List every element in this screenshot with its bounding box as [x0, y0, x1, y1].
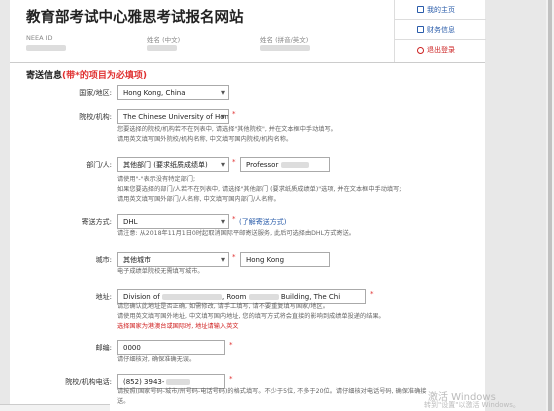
header-divider [10, 62, 485, 63]
address-hint-2: 请使用英文填写国外地址, 中文填写国内地址, 您的填写方式将会直接的影响到成绩单… [117, 313, 385, 320]
school-label: 院校/机构: [79, 113, 112, 121]
delivery-select[interactable]: DHL [117, 214, 229, 229]
department-input[interactable]: Professor [240, 157, 330, 172]
city-input[interactable]: Hong Kong [240, 252, 330, 267]
city-select[interactable]: 其他城市 [117, 252, 229, 267]
address-redacted-1 [161, 293, 222, 300]
department-select[interactable]: 其他部门 (要求纸质成绩单) [117, 157, 229, 172]
department-hint-2: 如果您要选择的部门/人若不在列表中, 请选择"其他部门 (要求纸质成绩单)"选项… [117, 186, 402, 193]
region-select-value: Hong Kong, China [123, 88, 186, 97]
postcode-label: 邮编: [95, 344, 112, 352]
school-required-star: * [232, 110, 236, 118]
menu-finance-label: 财务信息 [427, 25, 455, 34]
cn-name-label: 姓名 (中文) [147, 36, 181, 44]
required-note: (带*的项目为必填项) [62, 71, 147, 81]
menu-logout[interactable]: 退出登录 [395, 40, 486, 60]
site-title: 教育部考试中心雅思考试报名网站 [26, 10, 244, 26]
home-icon [417, 6, 424, 13]
address-part-2: , Room [221, 292, 247, 301]
address-redacted-2 [248, 293, 279, 300]
postcode-hint-1: 请仔细核对, 确保准确无误。 [117, 356, 196, 363]
school-select-value: The Chinese University of Hon [123, 112, 229, 121]
delivery-select-value: DHL [123, 217, 138, 226]
address-hint-3: 选择国家为港澳台或国际时, 地址请输入英文 [117, 323, 239, 330]
activate-windows-hint: 转到"设置"以激活 Windows。 [424, 401, 520, 409]
py-name-label: 姓名 (拼音/英文) [260, 36, 309, 44]
phone-required-star: * [229, 375, 233, 383]
delivery-hint-1: 请注意: 从2018年11月1日0时起取消国际平邮寄送服务, 此后可选择由DHL… [117, 230, 355, 237]
py-name-value [260, 45, 310, 51]
city-label: 城市: [95, 256, 112, 264]
school-select[interactable]: The Chinese University of Hon [117, 109, 229, 124]
section-title: 寄送信息(带*的项目为必填项) [26, 68, 147, 81]
department-hint-1: 请使用"-"表示没有特定部门; [117, 176, 196, 183]
city-required-star: * [232, 253, 236, 261]
department-hint-3: 请用英文填写国外部门/人名称, 中文填写国内部门/人名称。 [117, 196, 280, 203]
address-part-1: Division of [123, 292, 160, 301]
logout-icon [417, 46, 424, 54]
region-label: 国家/地区: [79, 89, 112, 97]
city-input-value: Hong Kong [246, 255, 285, 264]
finance-icon [417, 26, 424, 33]
scrollbar-thumb[interactable] [548, 0, 552, 411]
postcode-input-value: 0000 [123, 343, 141, 352]
department-select-value: 其他部门 (要求纸质成绩单) [123, 160, 208, 169]
phone-hint-2: 送。 [117, 398, 130, 405]
postcode-required-star: * [229, 341, 233, 349]
address-hint-1: 请您确认此地址是否正确, 如需修改, 请手工填写, 请不要重复填写国家/地区。 [117, 303, 329, 310]
school-hint-1: 您要选择的院校/机构若不在列表中, 请选择"其他院校", 并在文本框中手动填写。 [117, 126, 337, 133]
browser-status-bar [0, 404, 110, 411]
page-content: 教育部考试中心雅思考试报名网站 NEEA ID 姓名 (中文) 姓名 (拼音/英… [10, 0, 486, 411]
postcode-input[interactable]: 0000 [117, 340, 225, 355]
city-select-value: 其他城市 [123, 255, 151, 264]
department-input-value: Professor [246, 160, 279, 169]
cn-name-value [147, 45, 177, 51]
header: 教育部考试中心雅思考试报名网站 NEEA ID 姓名 (中文) 姓名 (拼音/英… [10, 0, 394, 62]
neea-id-value [26, 45, 66, 51]
menu-logout-label: 退出登录 [427, 46, 455, 54]
section-title-text: 寄送信息 [26, 71, 63, 81]
neea-id-label: NEEA ID [26, 34, 53, 42]
side-menu: 我的主页 财务信息 退出登录 [394, 0, 486, 62]
delivery-info-link[interactable]: (了解寄送方式) [239, 217, 286, 227]
menu-finance[interactable]: 财务信息 [395, 20, 486, 40]
menu-my-home[interactable]: 我的主页 [395, 0, 486, 20]
phone-hint-1: 请按照(国家号码-城市/州号码-电话号码)的格式填写。不少于5位, 不多于20位… [117, 388, 427, 395]
address-label: 地址: [95, 293, 112, 301]
city-hint-1: 电子成绩单院校无需填写城市。 [117, 268, 204, 275]
phone-label: 院校/机构电话: [65, 378, 112, 386]
department-input-redacted [280, 161, 309, 168]
department-required-star: * [232, 158, 236, 166]
school-hint-2: 请用英文填写国外院校/机构名称, 中文填写国内院校/机构名称。 [117, 136, 293, 143]
phone-input-value: (852) 3943- [123, 377, 165, 386]
delivery-required-star: * [232, 215, 236, 223]
delivery-label: 寄送方式: [81, 218, 112, 226]
region-select[interactable]: Hong Kong, China [117, 85, 229, 100]
menu-my-home-label: 我的主页 [427, 5, 455, 14]
department-label: 部门/人: [86, 161, 112, 169]
address-required-star: * [370, 290, 374, 298]
address-part-3: Building, The Chi [280, 292, 341, 301]
phone-redacted [166, 378, 191, 385]
